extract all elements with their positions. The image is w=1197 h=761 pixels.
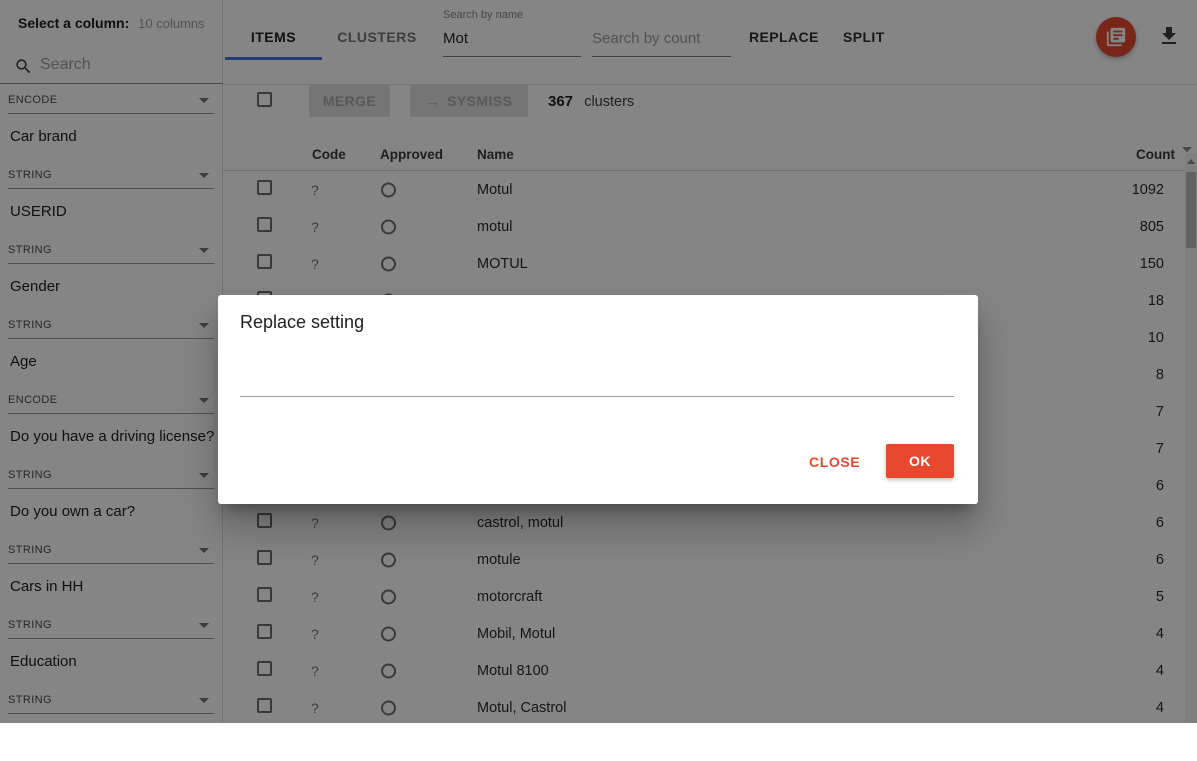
dialog-title: Replace setting [240, 312, 364, 333]
replace-setting-dialog: Replace setting CLOSE OK [218, 295, 978, 504]
replace-setting-input[interactable] [240, 365, 954, 397]
ok-button[interactable]: OK [886, 444, 954, 478]
close-button[interactable]: CLOSE [809, 450, 860, 474]
